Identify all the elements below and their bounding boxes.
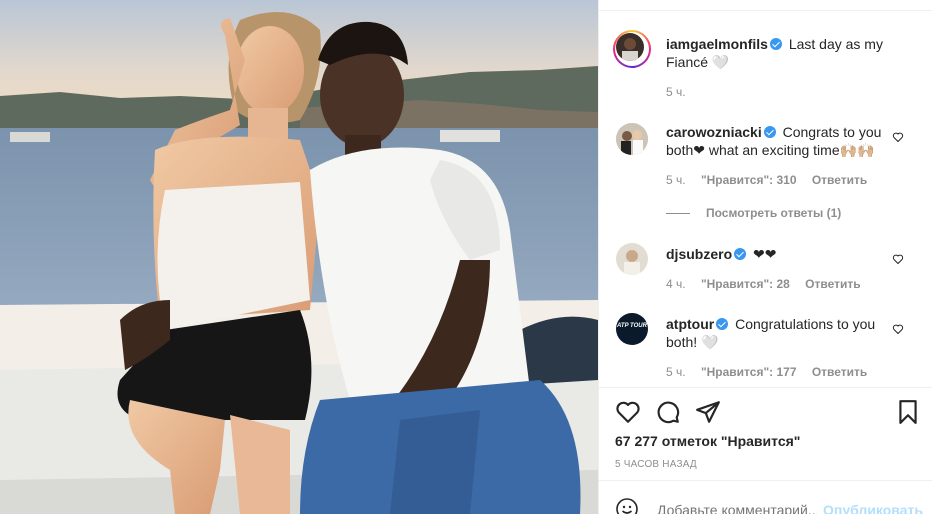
post-timestamp[interactable]: 5 ЧАСОВ НАЗАД: [615, 459, 697, 470]
comment-input[interactable]: [657, 502, 817, 514]
commenter-avatar[interactable]: [616, 123, 648, 155]
reply-button[interactable]: Ответить: [812, 173, 867, 187]
reply-button[interactable]: Ответить: [805, 277, 860, 291]
comment-likes[interactable]: "Нравится": 177: [701, 365, 797, 379]
reply-button[interactable]: Ответить: [812, 365, 867, 379]
verified-badge-icon: [763, 126, 776, 138]
author-avatar[interactable]: [613, 30, 651, 68]
avatar-photo: [616, 33, 644, 61]
post-image: [0, 0, 598, 514]
heart-icon[interactable]: [892, 131, 904, 143]
comment-meta: 4 ч. "Нравится": 28 Ответить: [666, 277, 861, 291]
comment-meta: 5 ч. "Нравится": 310 Ответить: [666, 173, 868, 187]
comment-icon[interactable]: [655, 399, 681, 425]
caption: iamgaelmonfils Last day as my Fiancé 🤍: [666, 35, 891, 71]
comment: djsubzero ❤❤: [666, 245, 891, 263]
verified-badge-icon: [716, 318, 729, 330]
heart-icon[interactable]: [892, 253, 904, 265]
comment: atptour Congratulations to you both! 🤍: [666, 315, 891, 351]
comment-username[interactable]: atptour: [666, 316, 714, 332]
verified-badge-icon: [734, 248, 747, 260]
commenter-avatar[interactable]: [616, 243, 648, 275]
comment-username[interactable]: djsubzero: [666, 246, 732, 262]
likes-count[interactable]: 67 277 отметок "Нравится": [615, 433, 800, 449]
divider: [599, 480, 932, 481]
publish-button[interactable]: Опубликовать: [823, 502, 923, 514]
comment: carowozniacki Congrats to you both❤ what…: [666, 123, 891, 159]
comment-text: ❤❤: [753, 246, 777, 262]
divider: [599, 10, 932, 11]
atp-logo-avatar[interactable]: ATP TOUR: [616, 313, 648, 345]
post-side-panel: iamgaelmonfils Last day as my Fiancé 🤍 5…: [598, 0, 932, 514]
smiley-icon[interactable]: [615, 497, 639, 514]
comment-meta: 5 ч. "Нравится": 177 Ответить: [666, 365, 868, 379]
paper-plane-icon[interactable]: [695, 399, 721, 425]
author-username[interactable]: iamgaelmonfils: [666, 36, 768, 52]
heart-icon[interactable]: [892, 323, 904, 335]
view-replies-button[interactable]: Посмотреть ответы (1): [666, 206, 841, 220]
comment-username[interactable]: carowozniacki: [666, 124, 762, 140]
post-photo[interactable]: [0, 0, 598, 514]
verified-badge-icon: [769, 38, 782, 50]
comment-likes[interactable]: "Нравится": 28: [701, 277, 790, 291]
bookmark-icon[interactable]: [895, 399, 921, 425]
comment-likes[interactable]: "Нравится": 310: [701, 173, 797, 187]
caption-time[interactable]: 5 ч.: [666, 85, 686, 99]
divider: [599, 387, 932, 388]
heart-icon[interactable]: [615, 399, 641, 425]
